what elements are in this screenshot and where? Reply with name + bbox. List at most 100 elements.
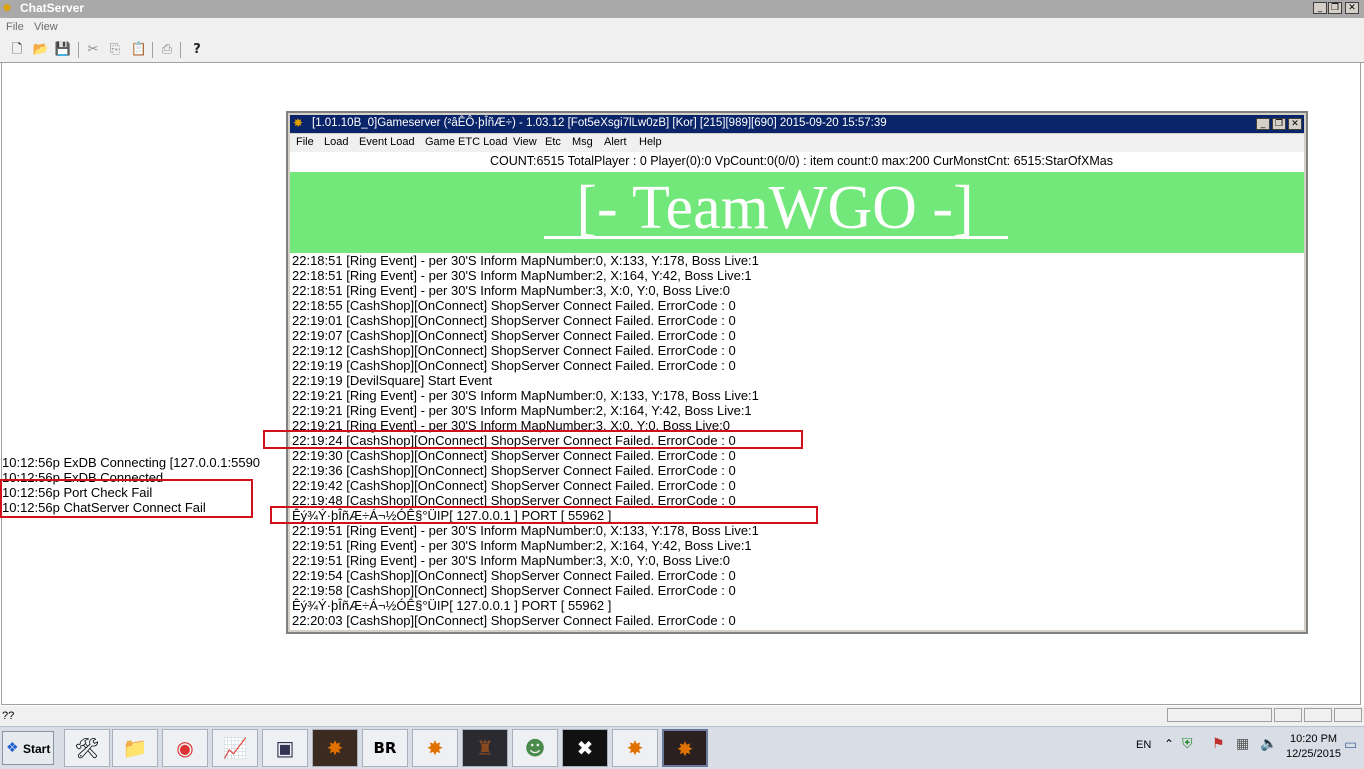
br-app-icon: BR — [373, 739, 397, 757]
save-icon[interactable]: 💾 — [54, 41, 72, 59]
log-line: 22:18:55 [CashShop][OnConnect] ShopServe… — [292, 298, 736, 313]
log-line: 22:19:19 [DevilSquare] Start Event — [292, 373, 493, 388]
action-center-icon[interactable]: ⚑ — [1212, 736, 1225, 752]
toolbar-separator — [152, 42, 153, 58]
log-line: 22:19:21 [Ring Event] - per 30'S Inform … — [292, 403, 752, 418]
log-line: 22:18:51 [Ring Event] - per 30'S Inform … — [292, 253, 759, 268]
open-icon[interactable]: 📂 — [32, 41, 50, 59]
tools-app-icon: 🛠 — [74, 736, 100, 760]
mu-server-icon: ✸ — [326, 736, 344, 760]
close-button[interactable]: ✕ — [1345, 2, 1359, 14]
security-icon[interactable]: ⛨ — [1182, 736, 1193, 752]
game-app-icon: ♜ — [476, 736, 494, 760]
gameserver-maximize-button[interactable]: ❐ — [1272, 118, 1286, 130]
taskbar-app-button[interactable]: BR — [362, 729, 408, 767]
toolbar: 🗋 📂 💾 ✂ ⎘ 📋 ⎙ ? — [0, 38, 1364, 63]
taskbar-app-button-active[interactable]: ✸ — [662, 729, 708, 767]
statusbar-pane — [1274, 708, 1302, 722]
taskbar-app-button[interactable]: 📁 — [112, 729, 158, 767]
chat-log-line: 10:12:56p ExDB Connecting [127.0.0.1:559… — [2, 455, 261, 470]
volume-icon[interactable]: 🔈 — [1260, 736, 1277, 752]
gs-menu-load[interactable]: Load — [324, 136, 348, 148]
gs-menu-alert[interactable]: Alert — [604, 136, 627, 148]
taskbar-app-button[interactable]: ◉ — [162, 729, 208, 767]
taskbar-app-button[interactable]: ✖ — [562, 729, 608, 767]
gameserver-status-row: COUNT:6515 TotalPlayer : 0 Player(0):0 V… — [290, 152, 1304, 172]
taskbar-app-button[interactable]: 🛠 — [64, 729, 110, 767]
gameserver-close-button[interactable]: ✕ — [1288, 118, 1302, 130]
teamwgo-banner: [- TeamWGO -] — [290, 172, 1304, 253]
statusbar-pane — [1304, 708, 1332, 722]
statusbar-text: ?? — [2, 710, 15, 722]
log-line: 22:19:21 [Ring Event] - per 30'S Inform … — [292, 388, 759, 403]
log-line: 22:19:42 [CashShop][OnConnect] ShopServe… — [292, 478, 736, 493]
log-line: 22:19:07 [CashShop][OnConnect] ShopServe… — [292, 328, 736, 343]
gameserver-window[interactable]: ✸ [1.01.10B_0]Gameserver (²âÊÔ·þÎñÆ÷) - … — [286, 111, 1308, 634]
log-line: 22:19:36 [CashShop][OnConnect] ShopServe… — [292, 463, 736, 478]
paste-icon[interactable]: 📋 — [130, 41, 148, 59]
maximize-button[interactable]: ❐ — [1328, 2, 1342, 14]
clock-date[interactable]: 12/25/2015 — [1286, 748, 1341, 760]
highlight-box — [0, 479, 253, 518]
log-line: 22:19:51 [Ring Event] - per 30'S Inform … — [292, 523, 759, 538]
chrome-icon: ◉ — [176, 736, 194, 760]
copy-icon[interactable]: ⎘ — [106, 41, 124, 59]
start-label: Start — [23, 742, 51, 756]
log-line: 22:19:51 [Ring Event] - per 30'S Inform … — [292, 538, 752, 553]
gs-menu-msg[interactable]: Msg — [572, 136, 593, 148]
log-line: 22:19:12 [CashShop][OnConnect] ShopServe… — [292, 343, 736, 358]
minimize-button[interactable]: _ — [1313, 2, 1327, 14]
gameserver-menubar: File Load Event Load Game ETC Load View … — [290, 134, 1304, 152]
language-indicator[interactable]: EN — [1136, 739, 1151, 751]
log-line: 22:19:51 [Ring Event] - per 30'S Inform … — [292, 553, 730, 568]
menu-view[interactable]: View — [34, 21, 58, 33]
log-line: 22:19:54 [CashShop][OnConnect] ShopServe… — [292, 568, 736, 583]
ex-app-icon: ✖ — [576, 736, 594, 760]
log-line: 22:19:01 [CashShop][OnConnect] ShopServe… — [292, 313, 736, 328]
taskbar-app-button[interactable]: ☻ — [512, 729, 558, 767]
taskbar-app-button[interactable]: ✸ — [312, 729, 358, 767]
log-line: 22:19:58 [CashShop][OnConnect] ShopServe… — [292, 583, 736, 598]
gs-menu-view[interactable]: View — [513, 136, 537, 148]
banner-text: [- TeamWGO -] — [576, 174, 974, 242]
network-icon[interactable]: ▦ — [1236, 736, 1249, 752]
statusbar-pane — [1167, 708, 1272, 722]
taskbar-app-button[interactable]: ▣ — [262, 729, 308, 767]
statusbar: ?? — [0, 706, 1364, 726]
gameserver-titlebar[interactable]: ✸ [1.01.10B_0]Gameserver (²âÊÔ·þÎñÆ÷) - … — [290, 115, 1304, 133]
start-button[interactable]: ❖ Start — [2, 731, 54, 765]
window-app-icon: ▣ — [275, 736, 295, 760]
mu-server-icon: ✸ — [626, 736, 644, 760]
chart-app-icon: 📈 — [222, 736, 248, 760]
taskbar-app-button[interactable]: ✸ — [612, 729, 658, 767]
gs-menu-game-etc-load[interactable]: Game ETC Load — [425, 136, 508, 148]
taskbar-app-button[interactable]: 📈 — [212, 729, 258, 767]
gs-menu-event-load[interactable]: Event Load — [359, 136, 415, 148]
taskbar-app-button[interactable]: ♜ — [462, 729, 508, 767]
print-icon[interactable]: ⎙ — [158, 41, 176, 59]
menu-file[interactable]: File — [6, 21, 24, 33]
dragon-app-icon: ☻ — [524, 736, 546, 760]
log-line: 22:18:51 [Ring Event] - per 30'S Inform … — [292, 283, 730, 298]
gameserver-title: [1.01.10B_0]Gameserver (²âÊÔ·þÎñÆ÷) - 1.… — [312, 117, 887, 129]
show-hidden-icons-icon[interactable]: ⌃ — [1164, 737, 1174, 751]
main-window-titlebar[interactable]: ✸ ChatServer _ ❐ ✕ — [0, 0, 1364, 18]
gameserver-minimize-button[interactable]: _ — [1256, 118, 1270, 130]
toolbar-separator — [180, 42, 181, 58]
gs-menu-etc[interactable]: Etc — [545, 136, 561, 148]
log-line: 22:20:03 [CashShop][OnConnect] ShopServe… — [292, 613, 736, 628]
gameserver-status-text: COUNT:6515 TotalPlayer : 0 Player(0):0 V… — [490, 154, 1113, 168]
new-icon[interactable]: 🗋 — [8, 41, 26, 59]
gs-menu-file[interactable]: File — [296, 136, 314, 148]
log-line: 22:19:30 [CashShop][OnConnect] ShopServe… — [292, 448, 736, 463]
clock-time[interactable]: 10:20 PM — [1290, 733, 1337, 745]
cut-icon[interactable]: ✂ — [84, 41, 102, 59]
help-icon[interactable]: ? — [188, 41, 206, 59]
main-window-title: ChatServer — [20, 1, 85, 15]
show-desktop-icon[interactable]: ▭ — [1344, 737, 1357, 753]
gs-menu-help[interactable]: Help — [639, 136, 662, 148]
log-line: 22:19:19 [CashShop][OnConnect] ShopServe… — [292, 358, 736, 373]
windows-logo-icon: ❖ — [6, 739, 19, 755]
taskbar-app-button[interactable]: ✸ — [412, 729, 458, 767]
mu-server-icon: ✸ — [676, 737, 694, 761]
